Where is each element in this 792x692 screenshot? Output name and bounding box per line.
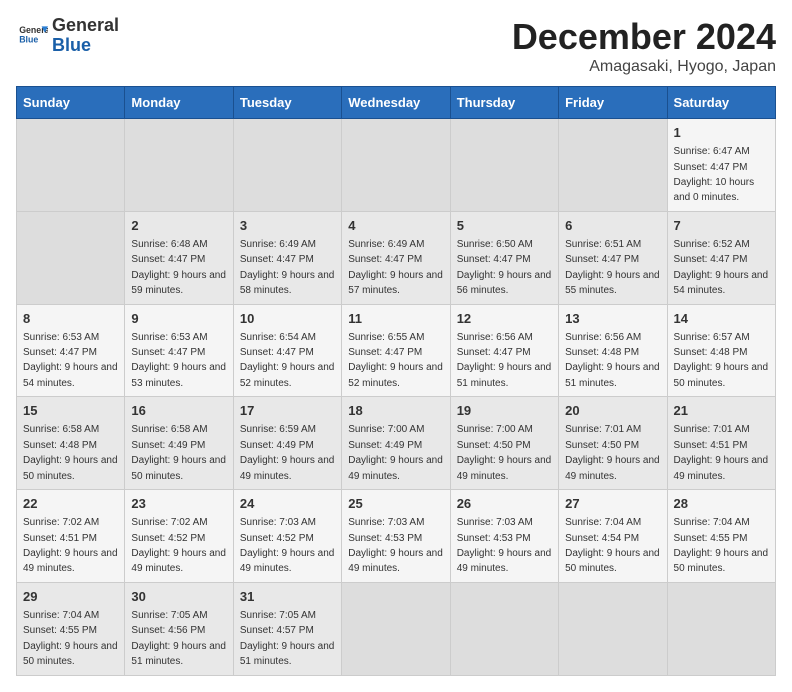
column-header-friday: Friday bbox=[559, 87, 667, 119]
empty-cell bbox=[559, 582, 667, 675]
day-cell: 5Sunrise: 6:50 AMSunset: 4:47 PMDaylight… bbox=[450, 211, 558, 304]
calendar-week-4: 15Sunrise: 6:58 AMSunset: 4:48 PMDayligh… bbox=[17, 397, 776, 490]
empty-cell bbox=[342, 119, 450, 212]
day-cell: 13Sunrise: 6:56 AMSunset: 4:48 PMDayligh… bbox=[559, 304, 667, 397]
day-cell: 19Sunrise: 7:00 AMSunset: 4:50 PMDayligh… bbox=[450, 397, 558, 490]
calendar-header-row: SundayMondayTuesdayWednesdayThursdayFrid… bbox=[17, 87, 776, 119]
day-cell: 28Sunrise: 7:04 AMSunset: 4:55 PMDayligh… bbox=[667, 490, 775, 583]
empty-cell bbox=[233, 119, 341, 212]
calendar-week-5: 22Sunrise: 7:02 AMSunset: 4:51 PMDayligh… bbox=[17, 490, 776, 583]
day-cell: 2Sunrise: 6:48 AMSunset: 4:47 PMDaylight… bbox=[125, 211, 233, 304]
day-cell: 29Sunrise: 7:04 AMSunset: 4:55 PMDayligh… bbox=[17, 582, 125, 675]
logo-line1: General bbox=[52, 15, 119, 35]
empty-cell bbox=[342, 582, 450, 675]
day-cell: 26Sunrise: 7:03 AMSunset: 4:53 PMDayligh… bbox=[450, 490, 558, 583]
empty-cell bbox=[559, 119, 667, 212]
empty-cell bbox=[450, 582, 558, 675]
day-cell: 1Sunrise: 6:47 AMSunset: 4:47 PMDaylight… bbox=[667, 119, 775, 212]
day-cell: 27Sunrise: 7:04 AMSunset: 4:54 PMDayligh… bbox=[559, 490, 667, 583]
svg-text:Blue: Blue bbox=[19, 34, 38, 44]
column-header-thursday: Thursday bbox=[450, 87, 558, 119]
month-title: December 2024 bbox=[512, 16, 776, 58]
column-header-monday: Monday bbox=[125, 87, 233, 119]
day-cell: 21Sunrise: 7:01 AMSunset: 4:51 PMDayligh… bbox=[667, 397, 775, 490]
column-header-sunday: Sunday bbox=[17, 87, 125, 119]
day-cell: 3Sunrise: 6:49 AMSunset: 4:47 PMDaylight… bbox=[233, 211, 341, 304]
day-cell: 9Sunrise: 6:53 AMSunset: 4:47 PMDaylight… bbox=[125, 304, 233, 397]
calendar-week-3: 8Sunrise: 6:53 AMSunset: 4:47 PMDaylight… bbox=[17, 304, 776, 397]
logo: General Blue General Blue bbox=[16, 16, 119, 56]
day-cell: 8Sunrise: 6:53 AMSunset: 4:47 PMDaylight… bbox=[17, 304, 125, 397]
empty-cell bbox=[125, 119, 233, 212]
title-block: December 2024 Amagasaki, Hyogo, Japan bbox=[512, 16, 776, 76]
column-header-saturday: Saturday bbox=[667, 87, 775, 119]
calendar-week-2: 2Sunrise: 6:48 AMSunset: 4:47 PMDaylight… bbox=[17, 211, 776, 304]
day-cell: 11Sunrise: 6:55 AMSunset: 4:47 PMDayligh… bbox=[342, 304, 450, 397]
column-header-wednesday: Wednesday bbox=[342, 87, 450, 119]
empty-cell bbox=[667, 582, 775, 675]
day-cell: 31Sunrise: 7:05 AMSunset: 4:57 PMDayligh… bbox=[233, 582, 341, 675]
logo-text: General Blue bbox=[52, 16, 119, 56]
calendar-week-1: 1Sunrise: 6:47 AMSunset: 4:47 PMDaylight… bbox=[17, 119, 776, 212]
day-cell: 12Sunrise: 6:56 AMSunset: 4:47 PMDayligh… bbox=[450, 304, 558, 397]
logo-icon: General Blue bbox=[16, 20, 48, 52]
day-cell: 20Sunrise: 7:01 AMSunset: 4:50 PMDayligh… bbox=[559, 397, 667, 490]
day-cell: 10Sunrise: 6:54 AMSunset: 4:47 PMDayligh… bbox=[233, 304, 341, 397]
day-cell: 25Sunrise: 7:03 AMSunset: 4:53 PMDayligh… bbox=[342, 490, 450, 583]
day-cell: 30Sunrise: 7:05 AMSunset: 4:56 PMDayligh… bbox=[125, 582, 233, 675]
day-cell: 17Sunrise: 6:59 AMSunset: 4:49 PMDayligh… bbox=[233, 397, 341, 490]
column-header-tuesday: Tuesday bbox=[233, 87, 341, 119]
day-cell: 16Sunrise: 6:58 AMSunset: 4:49 PMDayligh… bbox=[125, 397, 233, 490]
empty-cell bbox=[17, 119, 125, 212]
day-cell: 6Sunrise: 6:51 AMSunset: 4:47 PMDaylight… bbox=[559, 211, 667, 304]
empty-cell bbox=[17, 211, 125, 304]
calendar-week-6: 29Sunrise: 7:04 AMSunset: 4:55 PMDayligh… bbox=[17, 582, 776, 675]
day-cell: 23Sunrise: 7:02 AMSunset: 4:52 PMDayligh… bbox=[125, 490, 233, 583]
day-cell: 18Sunrise: 7:00 AMSunset: 4:49 PMDayligh… bbox=[342, 397, 450, 490]
empty-cell bbox=[450, 119, 558, 212]
day-cell: 14Sunrise: 6:57 AMSunset: 4:48 PMDayligh… bbox=[667, 304, 775, 397]
day-cell: 22Sunrise: 7:02 AMSunset: 4:51 PMDayligh… bbox=[17, 490, 125, 583]
day-cell: 4Sunrise: 6:49 AMSunset: 4:47 PMDaylight… bbox=[342, 211, 450, 304]
location: Amagasaki, Hyogo, Japan bbox=[512, 58, 776, 76]
calendar-table: SundayMondayTuesdayWednesdayThursdayFrid… bbox=[16, 86, 776, 676]
day-cell: 24Sunrise: 7:03 AMSunset: 4:52 PMDayligh… bbox=[233, 490, 341, 583]
day-cell: 15Sunrise: 6:58 AMSunset: 4:48 PMDayligh… bbox=[17, 397, 125, 490]
logo-line2: Blue bbox=[52, 35, 91, 55]
day-cell: 7Sunrise: 6:52 AMSunset: 4:47 PMDaylight… bbox=[667, 211, 775, 304]
page-header: General Blue General Blue December 2024 … bbox=[16, 16, 776, 76]
